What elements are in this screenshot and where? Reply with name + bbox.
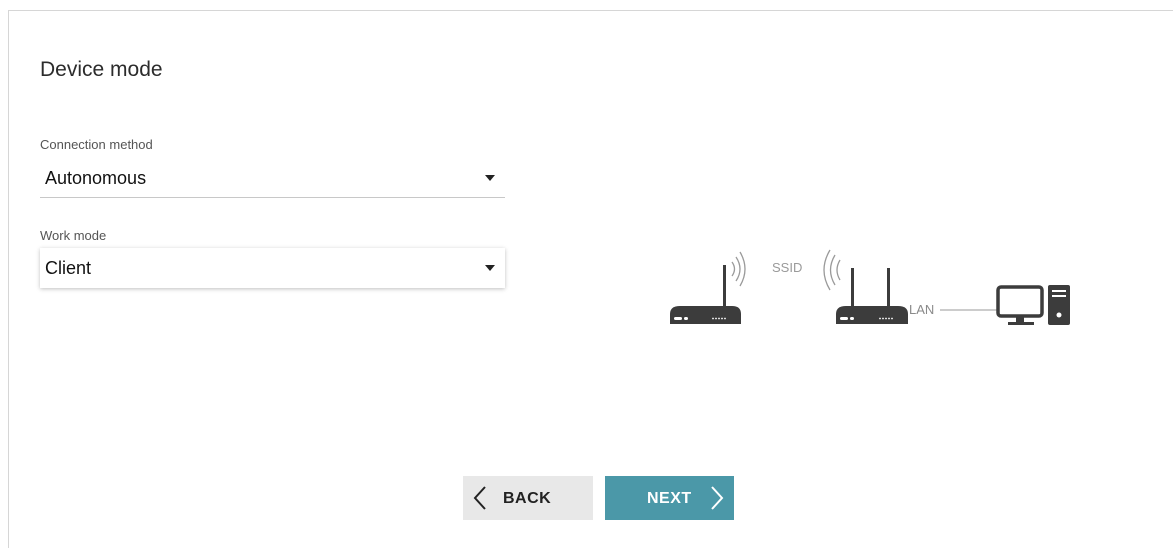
router-icon (836, 268, 908, 324)
caret-down-icon (485, 175, 495, 181)
network-diagram: SSID LAN (660, 240, 1080, 335)
connection-method-select[interactable]: Autonomous (40, 158, 505, 198)
page-title: Device mode (40, 58, 163, 81)
caret-down-icon (485, 265, 495, 271)
back-button[interactable]: BACK (463, 476, 593, 520)
computer-icon (996, 285, 1070, 325)
next-button-label: NEXT (647, 490, 692, 507)
router-icon (670, 265, 741, 324)
wifi-waves-icon (823, 249, 841, 291)
ssid-label: SSID (772, 260, 802, 275)
work-mode-select[interactable]: Client (40, 248, 505, 288)
back-button-label: BACK (503, 490, 552, 507)
next-button[interactable]: NEXT (605, 476, 734, 520)
chevron-left-icon (473, 486, 486, 510)
connection-method-value: Autonomous (45, 168, 147, 188)
work-mode-label: Work mode (40, 228, 107, 243)
work-mode-value: Client (45, 258, 92, 278)
chevron-right-icon (711, 486, 724, 510)
wifi-waves-icon (731, 251, 746, 287)
connection-method-label: Connection method (40, 137, 153, 152)
lan-label: LAN (909, 302, 934, 317)
